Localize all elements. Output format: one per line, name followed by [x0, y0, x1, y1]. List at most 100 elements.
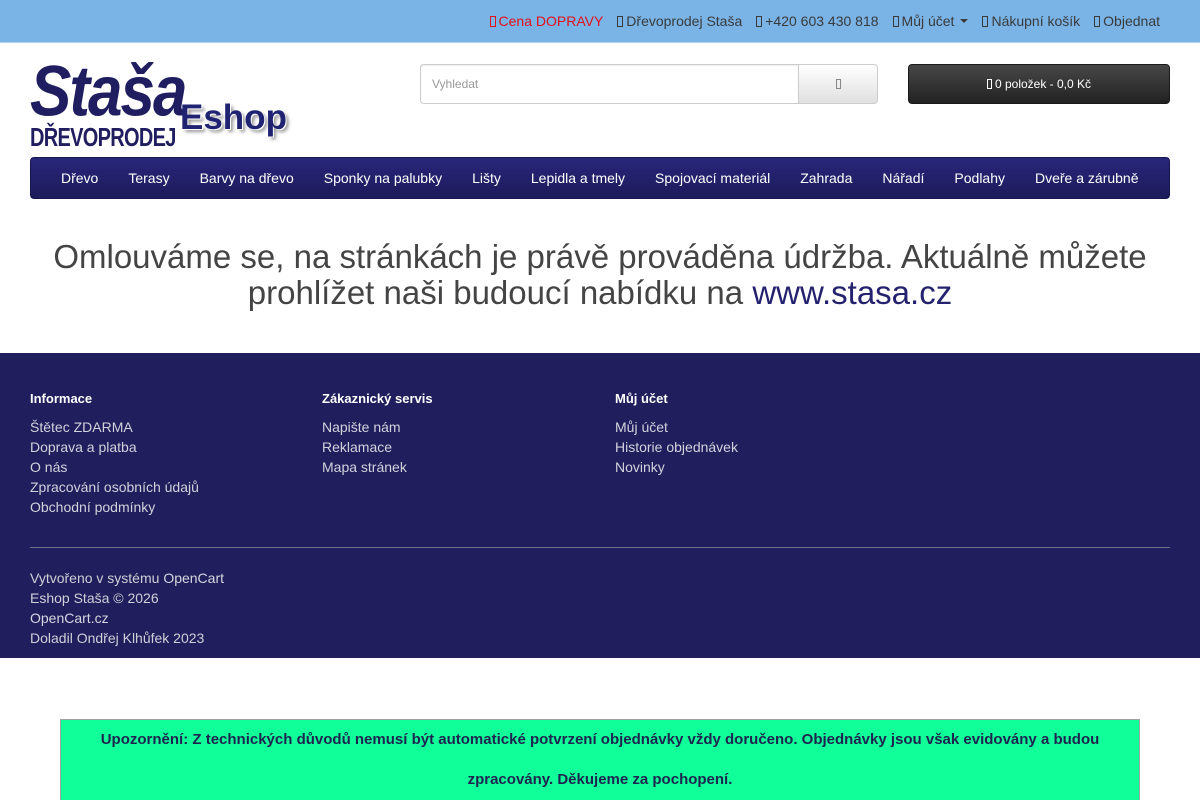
main-menu-list: Dřevo Terasy Barvy na dřevo Sponky na pa… — [31, 158, 1169, 198]
cart-button[interactable]: 0 položek - 0,0 Kč — [908, 64, 1170, 104]
footer-link-zpracovani-osobnich-udaju[interactable]: Zpracování osobních údajů — [30, 479, 199, 495]
footer-heading: Informace — [30, 391, 93, 406]
shopping-cart-link[interactable]: Nákupní košík — [982, 11, 1080, 31]
menu-item-barvy-na-drevo[interactable]: Barvy na dřevo — [185, 158, 309, 198]
list-item: Můj účet — [615, 417, 877, 437]
checkout-label: Objednat — [1103, 13, 1160, 29]
menu-item-listy[interactable]: Lišty — [457, 158, 516, 198]
main-menu: Dřevo Terasy Barvy na dřevo Sponky na pa… — [30, 157, 1170, 199]
list-item: Doprava a platba — [30, 437, 292, 457]
menu-item: Dřevo — [46, 158, 113, 198]
footer-link-novinky[interactable]: Novinky — [615, 459, 665, 475]
cart-summary: 0 položek - 0,0 Kč — [994, 77, 1092, 91]
list-item: Zpracování osobních údajů — [30, 477, 292, 497]
phone-link[interactable]: +420 603 430 818 — [756, 11, 879, 31]
shipping-price-label: Cena DOPRAVY — [498, 13, 604, 29]
shipping-price-link[interactable]: Cena DOPRAVY — [489, 11, 604, 31]
menu-item: Terasy — [113, 158, 184, 198]
footer-link-stetec-zdarma[interactable]: Štětec ZDARMA — [30, 419, 133, 435]
search-input[interactable] — [420, 64, 798, 104]
shopping-cart-label: Nákupní košík — [991, 13, 1081, 29]
menu-item-drevo[interactable]: Dřevo — [46, 158, 113, 198]
top-bar: Cena DOPRAVY Dřevoprodej Staša +420 603 … — [0, 0, 1200, 43]
my-account-label: Můj účet — [901, 13, 955, 29]
menu-item-lepidla-a-tmely[interactable]: Lepidla a tmely — [516, 158, 640, 198]
footer-divider — [30, 547, 1170, 548]
footer-column-customer-service: Zákaznický servis Napište nám Reklamace … — [322, 390, 584, 477]
footer-heading: Zákaznický servis — [322, 391, 433, 406]
order-warning-box: Upozornění: Z technických důvodů nemusí … — [60, 719, 1140, 800]
phone-icon — [756, 15, 763, 27]
menu-item: Zahrada — [785, 158, 867, 198]
menu-item-sponky-na-palubky[interactable]: Sponky na palubky — [309, 158, 457, 198]
menu-item: Lišty — [457, 158, 516, 198]
menu-item: Dveře a zárubně — [1020, 158, 1154, 198]
order-warning-text: Upozornění: Z technických důvodů nemusí … — [100, 731, 1100, 788]
checkout-link[interactable]: Objednat — [1094, 11, 1160, 31]
search-bar — [420, 64, 878, 104]
footer-link-historie-objednavek[interactable]: Historie objednávek — [615, 439, 738, 455]
credit: Doladil Ondřej Klhůfek 2023 — [30, 630, 205, 646]
share-icon — [1094, 15, 1101, 27]
search-button[interactable] — [798, 64, 878, 104]
footer-heading: Můj účet — [615, 391, 668, 406]
logo-tagline: DŘEVOPRODEJ — [30, 123, 176, 153]
menu-item: Podlahy — [939, 158, 1020, 198]
list-item: O nás — [30, 457, 292, 477]
footer-link-reklamace[interactable]: Reklamace — [322, 439, 392, 455]
footer-bottom: Vytvořeno v systému OpenCart Eshop Staša… — [30, 568, 630, 648]
opencart-link[interactable]: OpenCart — [163, 570, 224, 586]
user-icon — [892, 15, 899, 27]
shopping-cart-icon — [982, 15, 989, 27]
menu-item: Spojovací materiál — [640, 158, 785, 198]
footer: Informace Štětec ZDARMA Doprava a platba… — [0, 353, 1200, 658]
footer-link-mapa-stranek[interactable]: Mapa stránek — [322, 459, 407, 475]
list-item: Novinky — [615, 457, 877, 477]
footer-column-my-account: Můj účet Můj účet Historie objednávek No… — [615, 390, 877, 477]
list-item: Mapa stránek — [322, 457, 584, 477]
footer-link-doprava-a-platba[interactable]: Doprava a platba — [30, 439, 137, 455]
opencart-cz-row: OpenCart.cz — [30, 608, 630, 628]
copyright: Eshop Staša © 2026 — [30, 590, 159, 606]
my-account-dropdown[interactable]: Můj účet — [892, 11, 969, 31]
footer-link-obchodni-podminky[interactable]: Obchodní podmínky — [30, 499, 155, 515]
list-item: Reklamace — [322, 437, 584, 457]
footer-link-napiste-nam[interactable]: Napište nám — [322, 419, 401, 435]
list-item: Historie objednávek — [615, 437, 877, 457]
top-links: Cena DOPRAVY Dřevoprodej Staša +420 603 … — [489, 0, 1160, 42]
search-icon — [835, 79, 841, 89]
list-item: Napište nám — [322, 417, 584, 437]
menu-item-naradi[interactable]: Nářadí — [867, 158, 939, 198]
powered-by-text: Vytvořeno v systému — [30, 570, 160, 586]
shopping-cart-icon — [986, 79, 992, 89]
caret-down-icon — [960, 19, 969, 23]
footer-list: Štětec ZDARMA Doprava a platba O nás Zpr… — [30, 417, 292, 517]
list-item: Obchodní podmínky — [30, 497, 292, 517]
store-home-label: Dřevoprodej Staša — [626, 13, 743, 29]
menu-item: Nářadí — [867, 158, 939, 198]
menu-item: Sponky na palubky — [309, 158, 457, 198]
menu-item-dvere-a-zarubne[interactable]: Dveře a zárubně — [1020, 158, 1154, 198]
maintenance-text: Omlouváme se, na stránkách je právě prov… — [53, 238, 1147, 311]
menu-item: Lepidla a tmely — [516, 158, 640, 198]
footer-link-muj-ucet[interactable]: Můj účet — [615, 419, 668, 435]
phone-label: +420 603 430 818 — [765, 13, 879, 29]
footer-column-information: Informace Štětec ZDARMA Doprava a platba… — [30, 390, 292, 517]
opencart-cz-link[interactable]: OpenCart.cz — [30, 610, 109, 626]
maintenance-link[interactable]: www.stasa.cz — [752, 274, 952, 311]
menu-item-terasy[interactable]: Terasy — [113, 158, 184, 198]
logo[interactable]: Staša DŘEVOPRODEJ Eshop — [30, 52, 292, 153]
footer-list: Můj účet Historie objednávek Novinky — [615, 417, 877, 477]
powered-by: Vytvořeno v systému OpenCart — [30, 568, 630, 588]
menu-item-zahrada[interactable]: Zahrada — [785, 158, 867, 198]
menu-item-podlahy[interactable]: Podlahy — [939, 158, 1020, 198]
footer-list: Napište nám Reklamace Mapa stránek — [322, 417, 584, 477]
logo-name: Staša — [30, 52, 187, 132]
list-item: Štětec ZDARMA — [30, 417, 292, 437]
menu-item: Barvy na dřevo — [185, 158, 309, 198]
truck-icon — [489, 15, 496, 27]
menu-item-spojovaci-material[interactable]: Spojovací materiál — [640, 158, 785, 198]
home-icon — [617, 15, 624, 27]
store-home-link[interactable]: Dřevoprodej Staša — [617, 11, 742, 31]
footer-link-o-nas[interactable]: O nás — [30, 459, 67, 475]
